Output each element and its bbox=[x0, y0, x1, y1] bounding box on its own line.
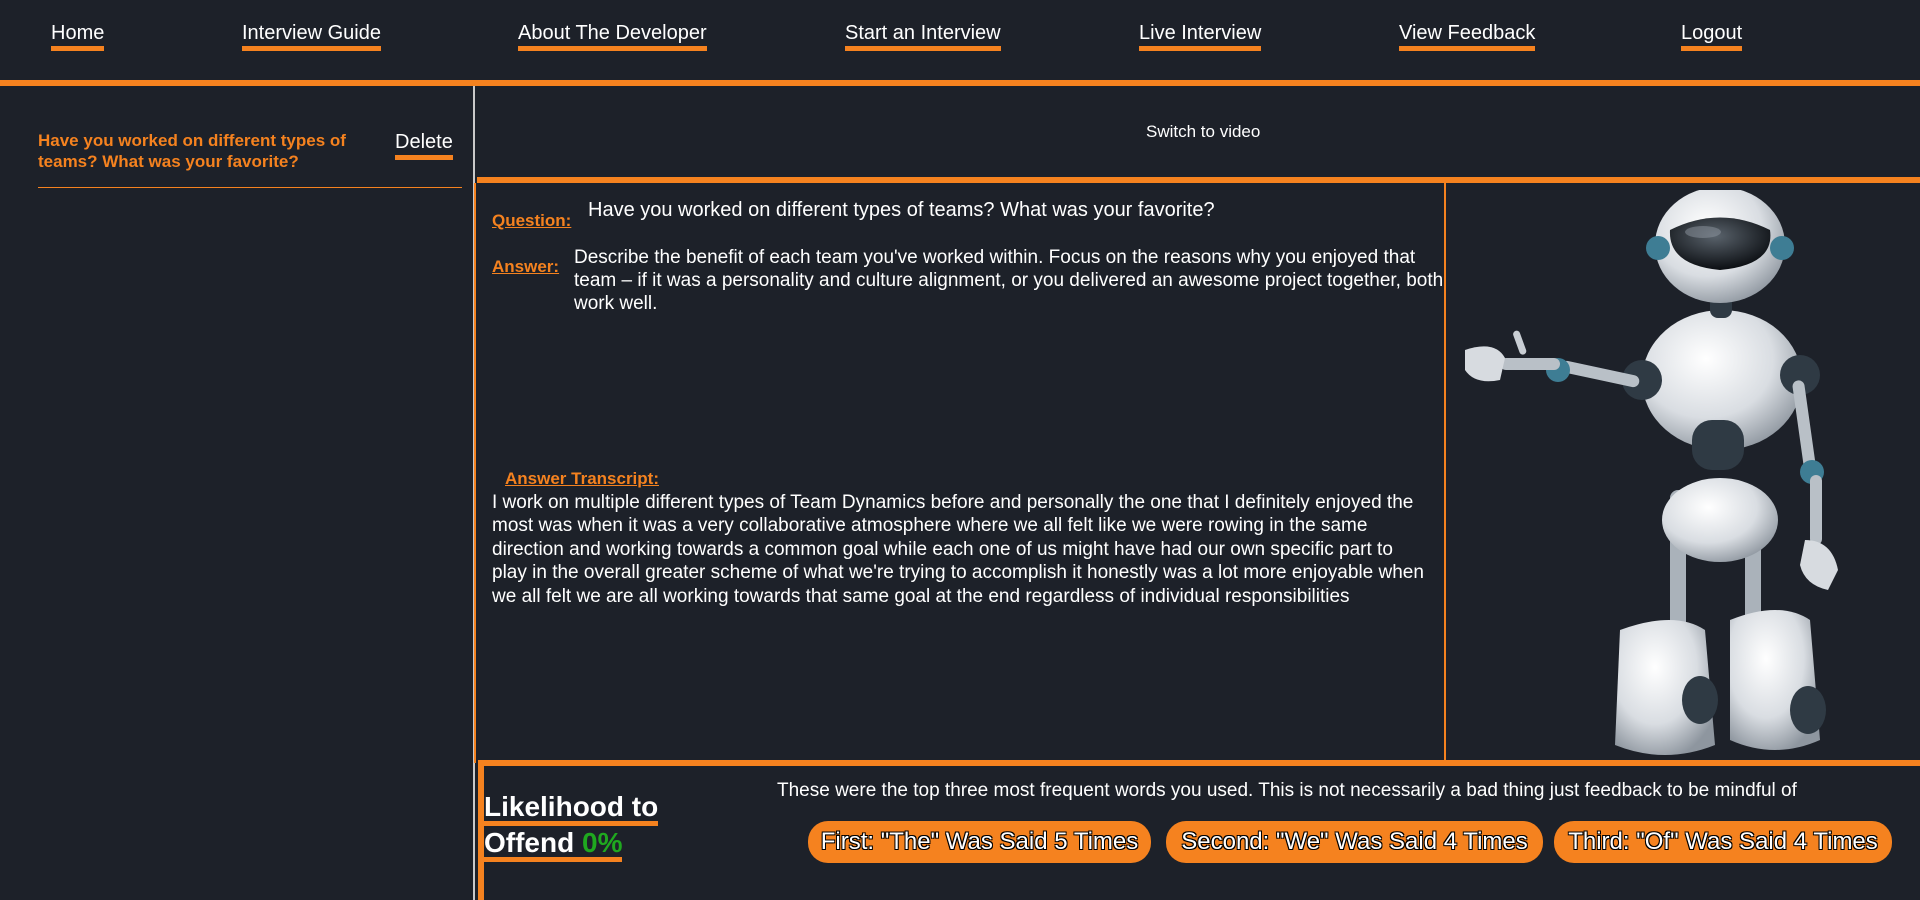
top-nav: Home Interview Guide About The Developer… bbox=[0, 0, 1920, 80]
nav-about-developer-link[interactable]: About The Developer bbox=[518, 22, 707, 51]
sidebar-question-link[interactable]: Have you worked on different types of te… bbox=[38, 130, 378, 172]
answer-label: Answer: bbox=[492, 257, 560, 276]
offend-title-word: Offend bbox=[484, 827, 575, 858]
qa-panel: Question: Have you worked on different t… bbox=[474, 183, 1446, 763]
transcript-label: Answer Transcript: bbox=[505, 469, 659, 488]
answer-text: Describe the benefit of each team you've… bbox=[574, 247, 1444, 314]
question-text: Have you worked on different types of te… bbox=[588, 199, 1215, 221]
nav-live-interview-link[interactable]: Live Interview bbox=[1139, 22, 1262, 51]
offend-title-line2: Offend 0% bbox=[484, 827, 623, 862]
switch-to-video-button[interactable]: Switch to video bbox=[1146, 122, 1260, 142]
feedback-divider bbox=[478, 760, 1920, 766]
frequent-word-third: Third: "Of" Was Said 4 Times bbox=[1554, 821, 1892, 863]
feedback-panel: Likelihood to Offend 0% These were the t… bbox=[474, 760, 1920, 900]
nav-view-feedback-link[interactable]: View Feedback bbox=[1399, 22, 1536, 51]
transcript-text: I work on multiple different types of Te… bbox=[492, 492, 1424, 607]
robot-illustration bbox=[1460, 187, 1900, 760]
question-sidebar: Have you worked on different types of te… bbox=[0, 86, 475, 900]
sidebar-question-item: Have you worked on different types of te… bbox=[38, 130, 462, 188]
view-switch-bar: Switch to video bbox=[477, 86, 1920, 177]
offend-title-line1: Likelihood to bbox=[484, 793, 659, 826]
question-label: Question: bbox=[492, 211, 572, 230]
nav-logout-link[interactable]: Logout bbox=[1681, 22, 1743, 51]
delete-button[interactable]: Delete bbox=[395, 130, 453, 160]
nav-home-link[interactable]: Home bbox=[51, 22, 105, 51]
nav-start-interview-link[interactable]: Start an Interview bbox=[845, 22, 1001, 51]
frequent-words-intro: These were the top three most frequent w… bbox=[777, 780, 1797, 801]
frequent-word-first: First: "The" Was Said 5 Times bbox=[808, 821, 1151, 863]
offend-likelihood: Likelihood to Offend 0% bbox=[484, 790, 684, 862]
frequent-word-second: Second: "We" Was Said 4 Times bbox=[1166, 821, 1543, 863]
nav-interview-guide-link[interactable]: Interview Guide bbox=[242, 22, 381, 51]
offend-percent: 0% bbox=[582, 827, 623, 858]
